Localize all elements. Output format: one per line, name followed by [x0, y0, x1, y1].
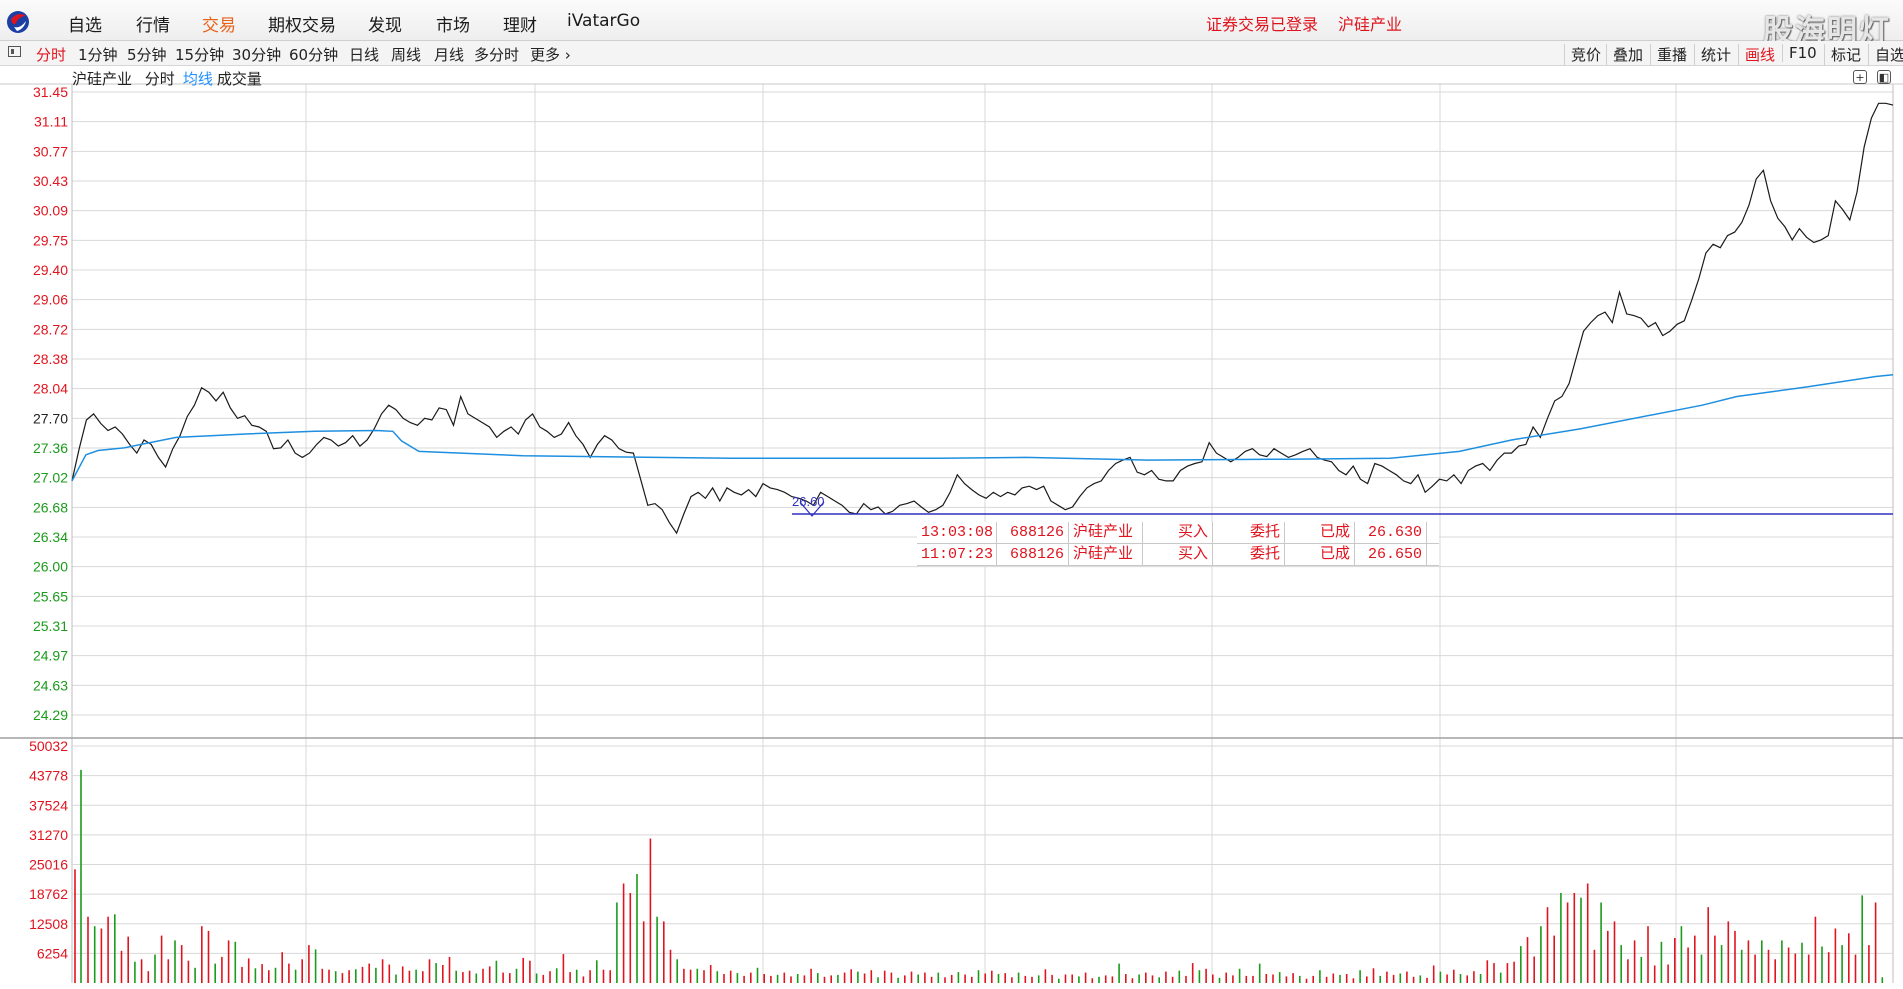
price-tick-label: 27.70: [33, 410, 68, 426]
trade-cell-time: 11:07:23: [917, 544, 997, 565]
volume-tick-label: 25016: [29, 857, 68, 873]
price-tick-label: 28.38: [33, 351, 68, 367]
add-indicator-icon[interactable]: +: [1853, 70, 1867, 84]
trade-cell-type: 委托: [1213, 522, 1285, 543]
chart-header: 沪硅产业 分时 均线 成交量: [72, 68, 270, 89]
chart-stock-name[interactable]: 沪硅产业: [72, 70, 132, 88]
price-tick-label: 25.31: [33, 618, 68, 634]
price-tick-label: 25.65: [33, 588, 68, 604]
price-tick-label: 31.11: [34, 114, 68, 130]
price-tick-label: 30.09: [33, 203, 68, 219]
price-tick-label: 29.06: [33, 292, 68, 308]
volume-tick-label: 50032: [29, 738, 68, 754]
price-tick-label: 28.72: [33, 321, 68, 337]
volume-tick-label: 37524: [29, 797, 68, 813]
price-tick-label: 26.34: [33, 529, 68, 545]
trade-record-row[interactable]: 11:07:23 688126 沪硅产业 买入 委托 已成 26.650: [917, 544, 1439, 566]
trade-cell-status: 已成: [1285, 522, 1355, 543]
trade-cell-price: 26.650: [1355, 544, 1427, 565]
trade-cell-name: 沪硅产业: [1069, 522, 1143, 543]
volume-tick-label: 43778: [29, 768, 68, 784]
trade-cell-name: 沪硅产业: [1069, 544, 1143, 565]
trade-records-table: 13:03:08 688126 沪硅产业 买入 委托 已成 26.630 11:07:23 68…: [917, 522, 1439, 566]
volume-legend[interactable]: 成交量: [217, 70, 262, 88]
price-tick-label: 30.43: [33, 173, 68, 189]
price-tick-label: 24.97: [33, 648, 68, 664]
panel-layout-icon[interactable]: ◧: [1877, 70, 1891, 84]
price-tick-label: 24.29: [33, 707, 68, 723]
price-tick-label: 26.00: [33, 559, 68, 575]
price-tick-label: 27.36: [33, 440, 68, 456]
trade-cell-side: 买入: [1143, 544, 1213, 565]
volume-tick-label: 31270: [29, 827, 68, 843]
volume-tick-label: 6254: [37, 945, 68, 961]
price-tick-label: 27.02: [33, 470, 68, 486]
price-tick-label: 29.40: [33, 262, 68, 278]
price-tick-label: 31.45: [33, 84, 68, 100]
price-line[interactable]: [71, 102, 1894, 535]
price-tick-label: 28.04: [33, 381, 68, 397]
trade-cell-time: 13:03:08: [917, 522, 997, 543]
price-tick-label: 24.63: [33, 677, 68, 693]
avg-line-legend[interactable]: 均线: [183, 70, 213, 88]
chart-mode-label[interactable]: 分时: [145, 70, 175, 88]
trade-cell-code: 688126: [997, 544, 1069, 565]
trade-cell-side: 买入: [1143, 522, 1213, 543]
volume-tick-label: 12508: [29, 916, 68, 932]
trade-cell-status: 已成: [1285, 544, 1355, 565]
trade-record-row[interactable]: 13:03:08 688126 沪硅产业 买入 委托 已成 26.630: [917, 522, 1439, 544]
intraday-chart[interactable]: 31.45 31.11 30.77 30.43 30.09 29.75 29.40 29.06…: [0, 0, 1903, 989]
price-tick-label: 26.68: [33, 499, 68, 515]
trade-cell-type: 委托: [1213, 544, 1285, 565]
annotation-price-label: 26.60: [792, 494, 825, 509]
average-price-line[interactable]: [71, 374, 1894, 482]
price-tick-label: 29.75: [33, 232, 68, 248]
trade-cell-price: 26.630: [1355, 522, 1427, 543]
price-tick-label: 30.77: [33, 143, 68, 159]
volume-tick-label: 18762: [29, 886, 68, 902]
trade-cell-code: 688126: [997, 522, 1069, 543]
